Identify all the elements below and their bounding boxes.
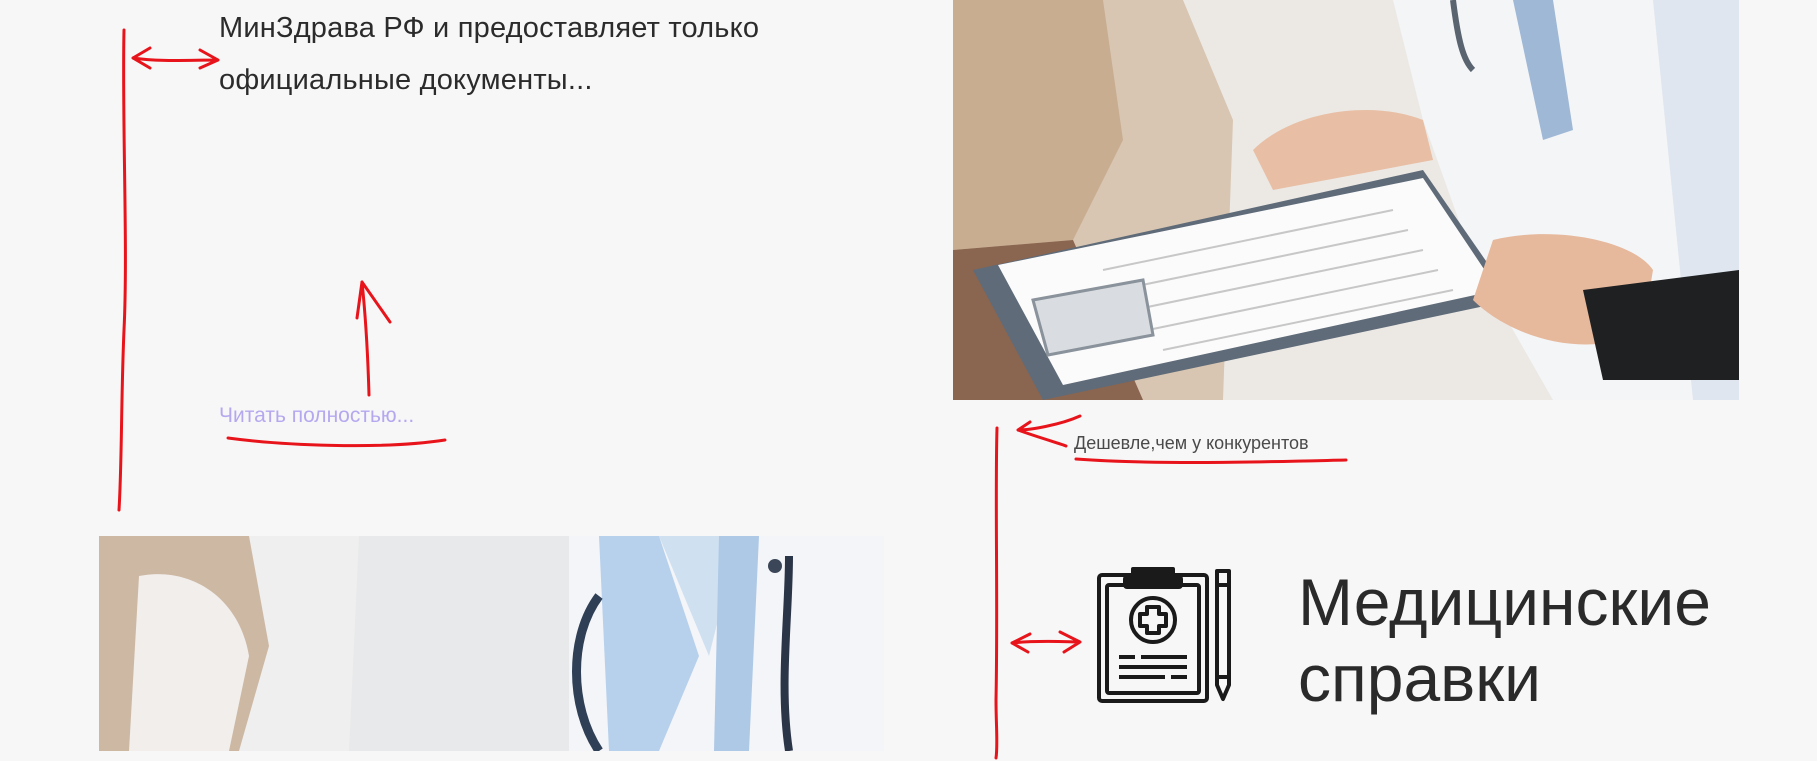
page: МинЗдрава РФ и предоставляет только офиц… (0, 0, 1817, 761)
annotation-double-arrow-top (131, 46, 220, 70)
medical-clipboard-icon (1095, 565, 1235, 705)
annotation-vertical-line-left (117, 28, 127, 512)
doctor-clipboard-illustration (953, 0, 1739, 400)
intro-text: МинЗдрава РФ и предоставляет только офиц… (219, 12, 760, 96)
annotation-underline-read-more (226, 436, 447, 448)
doctor-patient-illustration (99, 536, 884, 751)
annotation-double-arrow-icon (1010, 630, 1082, 654)
annotation-up-arrow (355, 280, 392, 397)
annotation-vertical-line-right (994, 426, 999, 760)
service-title: Медицинские справки (1298, 565, 1711, 715)
annotation-underline-tagline (1074, 457, 1348, 465)
read-more-link[interactable]: Читать полностью... (219, 404, 414, 428)
doctor-clipboard-photo (953, 0, 1739, 400)
doctor-patient-photo (99, 536, 884, 751)
annotation-arrow-tagline (1016, 414, 1082, 448)
promo-tagline: Дешевле,чем у конкурентов (1074, 433, 1309, 453)
